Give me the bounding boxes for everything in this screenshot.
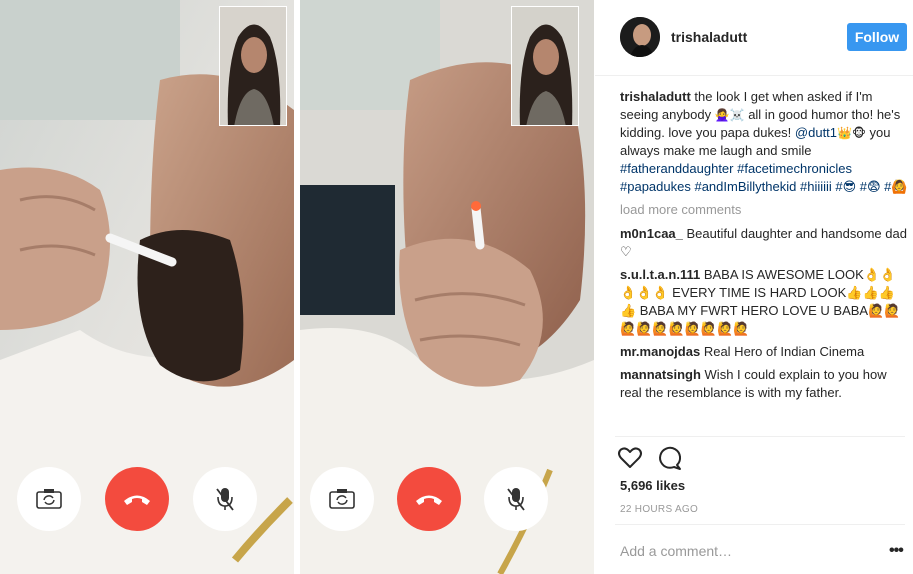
post-sidebar: trishaladutt Follow trishaladutt the loo… [595, 0, 913, 574]
hashtag-link[interactable]: #facetimechronicles [737, 161, 852, 176]
facetime-screen-right [300, 0, 594, 574]
list-item: mannatsingh Wish I could explain to you … [620, 366, 910, 402]
emoji: 🙅‍♀️☠️ [714, 108, 745, 122]
caption: trishaladutt the look I get when asked i… [620, 88, 910, 196]
emoji: 👑🐵 [837, 126, 866, 140]
flip-camera-button[interactable] [17, 467, 81, 531]
comments-list: trishaladutt the look I get when asked i… [620, 88, 910, 436]
hashtag-link[interactable]: #papadukes [620, 179, 691, 194]
heart-icon[interactable] [617, 445, 643, 471]
post-username[interactable]: trishaladutt [671, 29, 747, 45]
mic-off-icon [216, 488, 234, 511]
comment-bubble-icon[interactable] [657, 445, 683, 471]
list-item: m0n1caa_ Beautiful daughter and handsome… [620, 225, 910, 261]
caption-username[interactable]: trishaladutt [620, 89, 691, 104]
hashtag-link[interactable]: @dutt1 [795, 125, 837, 140]
comment-username[interactable]: mannatsingh [620, 367, 701, 382]
more-options-button[interactable]: ••• [889, 542, 904, 560]
flip-camera-button-right[interactable] [310, 467, 374, 531]
avatar[interactable] [620, 17, 660, 57]
post-header: trishaladutt Follow [595, 0, 913, 76]
end-call-button[interactable] [105, 467, 169, 531]
self-view-pip [219, 6, 287, 126]
daughter-thumbnail [220, 7, 286, 125]
comment-username[interactable]: s.u.l.t.a.n.111 [620, 267, 700, 282]
post-media[interactable] [0, 0, 594, 574]
divider [615, 436, 905, 437]
profile-photo [620, 17, 660, 57]
post-actions [617, 445, 683, 471]
mic-off-icon [507, 488, 525, 511]
self-view-pip-right [511, 6, 579, 126]
end-call-button-right[interactable] [397, 467, 461, 531]
mute-button-right[interactable] [484, 467, 548, 531]
daughter-thumbnail-right [512, 7, 578, 125]
load-more-comments[interactable]: load more comments [620, 201, 910, 219]
flip-camera-icon [36, 489, 62, 509]
list-item: mr.manojdas Real Hero of Indian Cinema [620, 343, 910, 361]
hashtag-link[interactable]: #fatheranddaughter [620, 161, 733, 176]
mute-button[interactable] [193, 467, 257, 531]
caption-text: the look I get when asked if I'm seeing … [620, 89, 908, 194]
comment-text: Real Hero of Indian Cinema [703, 344, 865, 359]
end-call-icon [416, 495, 442, 505]
end-call-icon [124, 495, 150, 505]
comment-username[interactable]: mr.manojdas [620, 344, 700, 359]
hashtag-link[interactable]: #hiiiiii [800, 179, 832, 194]
likes-count[interactable]: 5,696 likes [620, 478, 685, 493]
follow-button[interactable]: Follow [847, 23, 907, 51]
hashtag-link[interactable]: #andImBillythekid [694, 179, 796, 194]
list-item: s.u.l.t.a.n.111 BABA IS AWESOME LOOK👌👌👌👌… [620, 266, 910, 338]
post-timestamp[interactable]: 22 HOURS AGO [620, 504, 698, 515]
flip-camera-icon [329, 489, 355, 509]
hashtag-link[interactable]: #😎 #😨 #🙆 [832, 179, 907, 194]
divider [615, 524, 905, 525]
facetime-screen-left [0, 0, 294, 574]
comment-username[interactable]: m0n1caa_ [620, 226, 683, 241]
add-comment-input[interactable] [620, 540, 870, 562]
